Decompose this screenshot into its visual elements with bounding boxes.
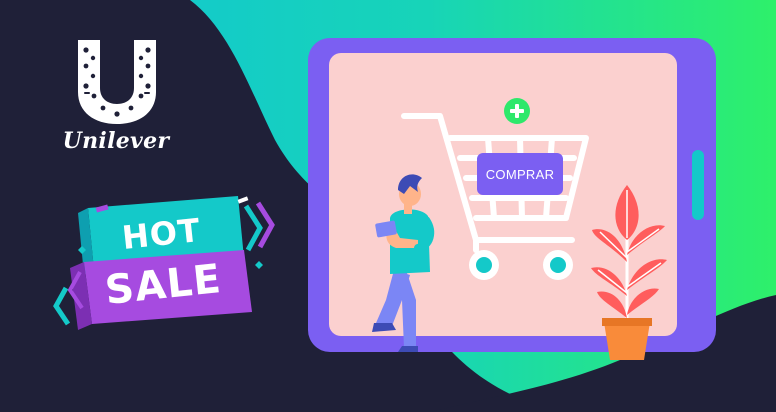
shopper-person-illustration bbox=[372, 174, 435, 352]
hot-sale-banner: Unilever HOT SALE COMPRAR bbox=[0, 0, 776, 412]
